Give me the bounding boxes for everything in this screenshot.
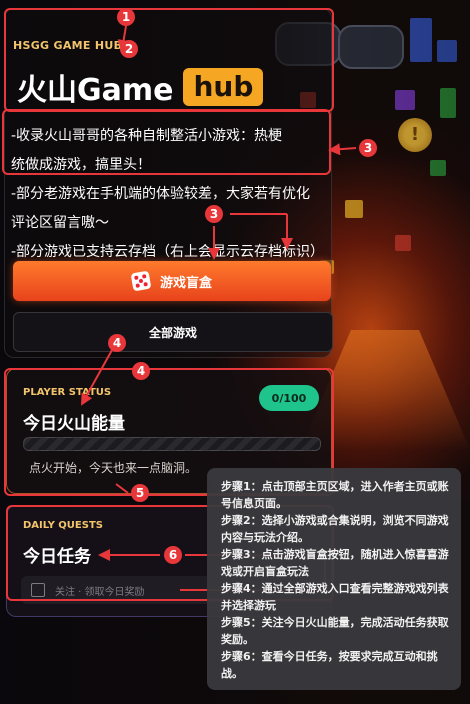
step-text: 步骤1：点击顶部主页区域，进入作者主页或账号信息页面。	[221, 480, 449, 510]
annotation-marker: 3	[359, 139, 377, 157]
annotation-marker: 1	[117, 8, 135, 26]
step-text: 步骤3：点击游戏盲盒按钮，随机进入惊喜喜游戏或开启盲盒玩法	[221, 548, 449, 578]
step-text: 步骤2：选择小游戏或合集说明，浏览不同游戏内容与玩法介绍。	[221, 514, 449, 544]
annotation-marker: 5	[131, 484, 149, 502]
annotation-marker: 3	[205, 205, 223, 223]
annotation-marker: 4	[108, 334, 126, 352]
step-text: 步骤4：通过全部游戏入口查看完整游戏戏列表并选择游玩	[221, 582, 449, 612]
step-text: 步骤5：关注今日火山能量，完成活动任务获取奖励。	[221, 616, 449, 646]
annotation-marker: 4	[132, 362, 150, 380]
steps-tooltip: 步骤1：点击顶部主页区域，进入作者主页或账号信息页面。 步骤2：选择小游戏或合集…	[207, 468, 461, 690]
annotation-marker: 2	[120, 40, 138, 58]
annotation-marker: 6	[164, 546, 182, 564]
step-text: 步骤6：查看今日任务，按要求完成互动和挑战。	[221, 650, 438, 680]
